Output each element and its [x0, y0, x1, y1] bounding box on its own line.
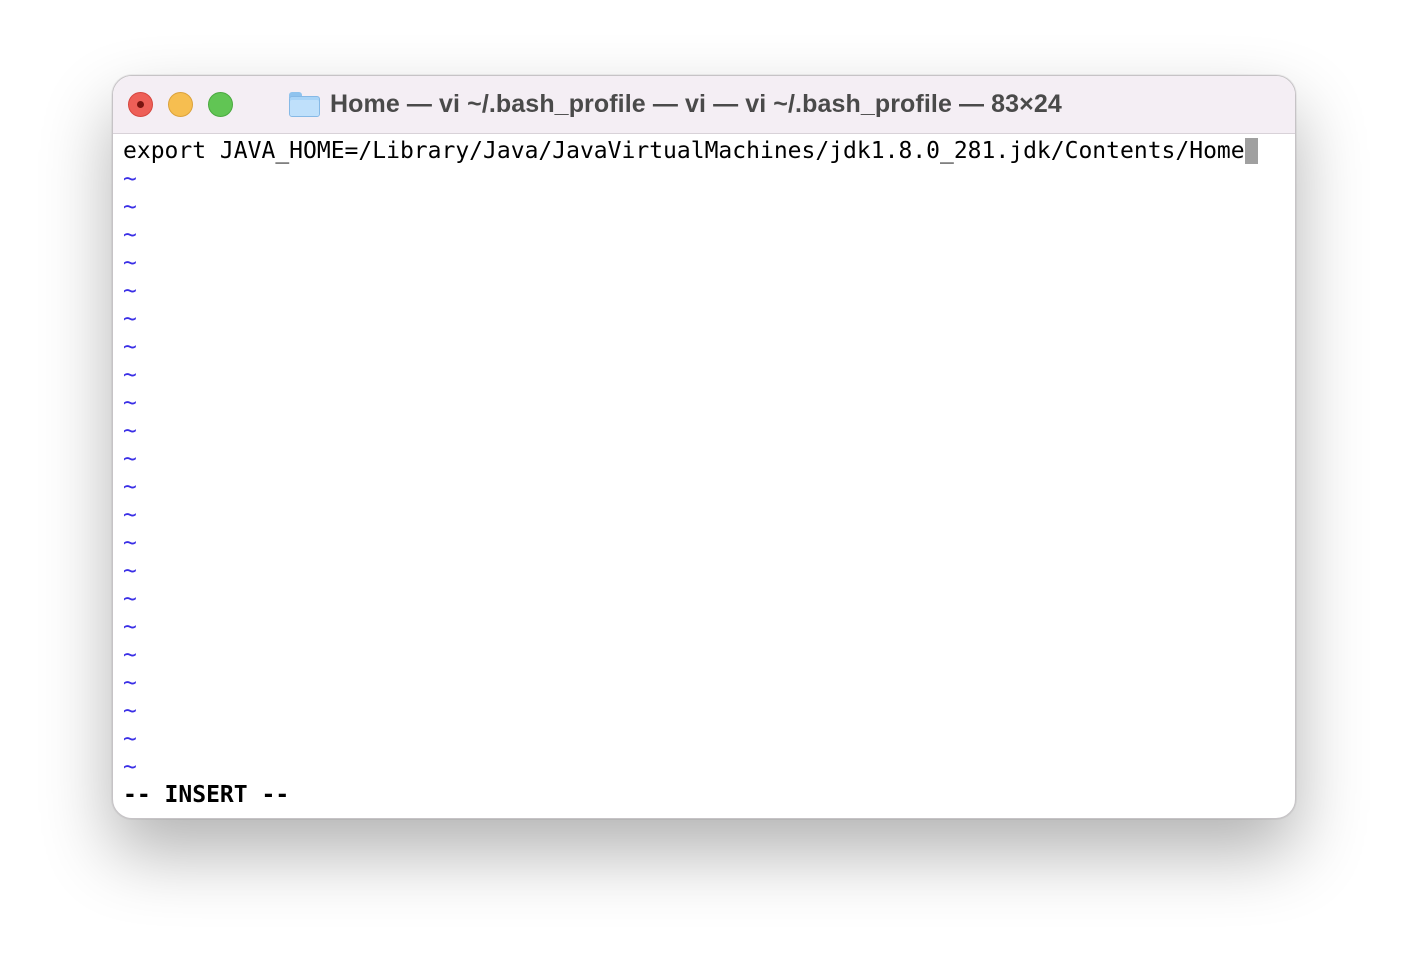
empty-line-marker: ~	[123, 586, 137, 612]
empty-line-marker: ~	[123, 754, 137, 780]
empty-line-marker: ~	[123, 222, 137, 248]
empty-line-marker: ~	[123, 726, 137, 752]
empty-line-marker: ~	[123, 334, 137, 360]
zoom-button[interactable]	[208, 92, 233, 117]
close-icon	[137, 101, 144, 108]
close-button[interactable]	[128, 92, 153, 117]
file-line-text: export JAVA_HOME=/Library/Java/JavaVirtu…	[123, 138, 1245, 164]
empty-line-marker: ~	[123, 250, 137, 276]
file-line-1[interactable]: export JAVA_HOME=/Library/Java/JavaVirtu…	[123, 137, 1258, 165]
minimize-button[interactable]	[168, 92, 193, 117]
title-bar[interactable]: Home — vi ~/.bash_profile — vi — vi ~/.b…	[113, 76, 1295, 134]
empty-line-marker: ~	[123, 558, 137, 584]
folder-icon[interactable]	[289, 91, 320, 117]
empty-line-marker: ~	[123, 446, 137, 472]
text-cursor	[1244, 138, 1258, 164]
empty-line-marker: ~	[123, 362, 137, 388]
empty-line-marker: ~	[123, 306, 137, 332]
empty-line-marker: ~	[123, 502, 137, 528]
empty-line-marker: ~	[123, 390, 137, 416]
vim-mode-indicator: -- INSERT --	[123, 782, 290, 808]
empty-line-marker: ~	[123, 642, 137, 668]
window-title-group: Home — vi ~/.bash_profile — vi — vi ~/.b…	[289, 89, 1062, 119]
empty-line-marker: ~	[123, 278, 137, 304]
terminal-window: Home — vi ~/.bash_profile — vi — vi ~/.b…	[112, 75, 1296, 819]
window-title: Home — vi ~/.bash_profile — vi — vi ~/.b…	[330, 89, 1062, 118]
empty-line-marker: ~	[123, 670, 137, 696]
empty-line-marker: ~	[123, 614, 137, 640]
empty-line-marker: ~	[123, 194, 137, 220]
empty-line-marker: ~	[123, 166, 137, 192]
empty-line-marker: ~	[123, 530, 137, 556]
empty-line-marker: ~	[123, 698, 137, 724]
empty-line-marker: ~	[123, 474, 137, 500]
terminal-content[interactable]: export JAVA_HOME=/Library/Java/JavaVirtu…	[123, 137, 1283, 813]
empty-line-marker: ~	[123, 418, 137, 444]
